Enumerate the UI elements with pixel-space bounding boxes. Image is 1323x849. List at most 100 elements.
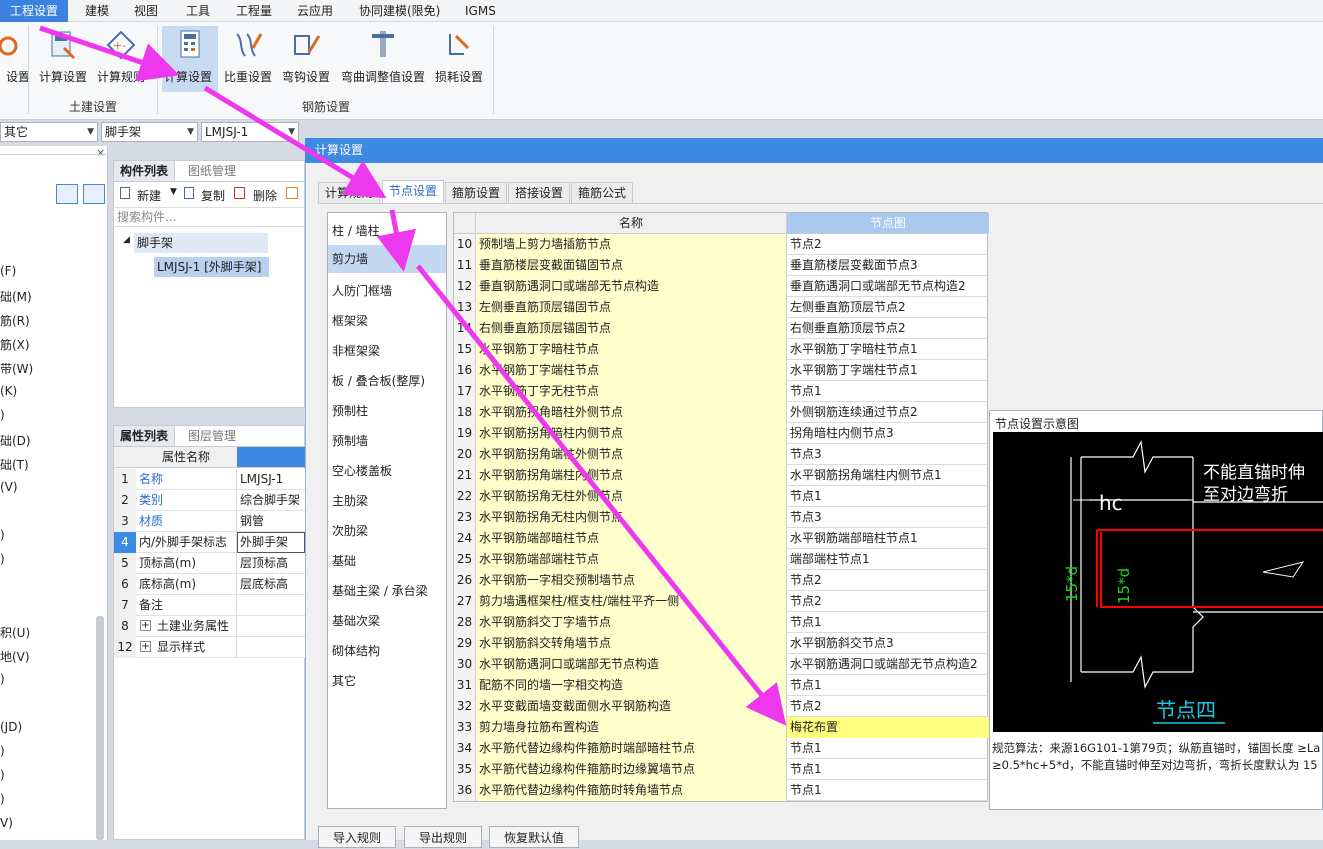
- nav-item[interactable]: (V): [0, 480, 18, 494]
- row-node-value[interactable]: 垂直筋楼层变截面节点3: [787, 255, 989, 276]
- tab-attribute-list[interactable]: 属性列表: [114, 426, 176, 446]
- nav-item[interactable]: (JD): [0, 720, 22, 734]
- row-node-value[interactable]: 垂直筋遇洞口或端部无节点构造2: [787, 276, 989, 297]
- row-node-value[interactable]: 节点3: [787, 507, 989, 528]
- grid-row[interactable]: 32 水平变截面墙变截面侧水平钢筋构造 节点2: [454, 696, 989, 717]
- search-input[interactable]: 搜索构件...: [114, 207, 304, 227]
- tree-expand-icon[interactable]: ◢: [123, 235, 130, 245]
- grid-row[interactable]: 27 剪力墙遇框架柱/框支柱/端柱平齐一侧 节点2: [454, 591, 989, 612]
- tab-stirrup-formula[interactable]: 箍筋公式: [571, 182, 634, 203]
- grid-row[interactable]: 31 配筋不同的墙一字相交构造 节点1: [454, 675, 989, 696]
- row-node-value[interactable]: 节点1: [787, 486, 989, 507]
- category-item[interactable]: 非框架梁: [332, 342, 380, 359]
- row-node-value[interactable]: 节点1: [787, 381, 989, 402]
- specific-gravity-button[interactable]: 比重设置: [220, 26, 276, 92]
- nav-item[interactable]: ): [0, 552, 5, 566]
- nav-item[interactable]: ): [0, 768, 5, 782]
- tab-drawing-management[interactable]: 图纸管理: [182, 161, 242, 181]
- attr-value[interactable]: LMJSJ-1: [240, 469, 283, 490]
- row-node-value[interactable]: 水平钢筋斜交节点3: [787, 633, 989, 654]
- component-type-combo[interactable]: 脚手架 ▼: [101, 122, 198, 142]
- delete-button[interactable]: 删除: [253, 187, 277, 204]
- row-node-value[interactable]: 水平钢筋遇洞口或端部无节点构造2: [787, 654, 989, 675]
- category-item[interactable]: 框架梁: [332, 312, 368, 329]
- expand-icon[interactable]: +: [140, 620, 151, 631]
- grid-row[interactable]: 21 水平钢筋拐角端柱内侧节点 水平钢筋拐角端柱内侧节点1: [454, 465, 989, 486]
- menu-collab[interactable]: 协同建模(限免): [349, 0, 450, 22]
- attr-value[interactable]: 层顶标高: [240, 553, 288, 574]
- category-item[interactable]: 主肋梁: [332, 492, 368, 509]
- nav-item[interactable]: 础(D): [0, 432, 31, 449]
- row-node-value[interactable]: 端部端柱节点1: [787, 549, 989, 570]
- attr-value[interactable]: 外脚手架: [237, 532, 305, 553]
- category-item[interactable]: 基础: [332, 552, 356, 569]
- nav-item[interactable]: 础(M): [0, 288, 32, 305]
- category-item[interactable]: 空心楼盖板: [332, 462, 392, 479]
- row-node-value[interactable]: 节点1: [787, 759, 989, 780]
- row-node-value[interactable]: 水平钢筋端部暗柱节点1: [787, 528, 989, 549]
- row-node-value[interactable]: 节点3: [787, 444, 989, 465]
- grid-row[interactable]: 20 水平钢筋拐角端柱外侧节点 节点3: [454, 444, 989, 465]
- row-node-value[interactable]: 节点1: [787, 612, 989, 633]
- grid-row[interactable]: 24 水平钢筋端部暗柱节点 水平钢筋端部暗柱节点1: [454, 528, 989, 549]
- grid-row[interactable]: 28 水平钢筋斜交丁字墙节点 节点1: [454, 612, 989, 633]
- row-node-value[interactable]: 右侧垂直筋顶层节点2: [787, 318, 989, 339]
- attr-value[interactable]: 综合脚手架: [240, 490, 300, 511]
- row-node-value[interactable]: 节点2: [787, 696, 989, 717]
- nav-item[interactable]: 带(W): [0, 360, 33, 377]
- grid-row[interactable]: 35 水平筋代替边缘构件箍筋时边缘翼墙节点 节点1: [454, 759, 989, 780]
- grid-row[interactable]: 17 水平钢筋丁字无柱节点 节点1: [454, 381, 989, 402]
- menu-project-settings[interactable]: 工程设置: [0, 0, 69, 22]
- row-node-value[interactable]: 节点1: [787, 738, 989, 759]
- attr-value[interactable]: 层底标高: [240, 574, 288, 595]
- menu-modeling[interactable]: 建模: [75, 0, 119, 22]
- grid-row[interactable]: 22 水平钢筋拐角无柱外侧节点 节点1: [454, 486, 989, 507]
- grid-row[interactable]: 33 剪力墙身拉筋布置构造 梅花布置: [454, 717, 989, 738]
- copy-button[interactable]: 复制: [201, 187, 225, 204]
- export-rules-button[interactable]: 导出规则: [404, 826, 483, 848]
- nav-item[interactable]: 积(U): [0, 624, 30, 641]
- nav-item[interactable]: (K): [0, 384, 17, 398]
- grid-row[interactable]: 10 预制墙上剪力墙插筋节点 节点2: [454, 234, 989, 255]
- category-item[interactable]: 人防门框墙: [332, 282, 392, 299]
- loss-settings-button[interactable]: 损耗设置: [430, 26, 488, 92]
- attr-row[interactable]: 2 类别 综合脚手架: [114, 490, 306, 511]
- row-node-value[interactable]: 节点2: [787, 591, 989, 612]
- hook-settings-button[interactable]: 弯钩设置: [278, 26, 334, 92]
- tab-node-settings[interactable]: 节点设置: [382, 180, 445, 204]
- tab-lap-settings[interactable]: 搭接设置: [508, 182, 571, 203]
- category-item[interactable]: 次肋梁: [332, 522, 368, 539]
- row-node-value[interactable]: 梅花布置: [787, 717, 989, 738]
- category-item[interactable]: 砌体结构: [332, 642, 380, 659]
- nav-item[interactable]: 筋(R): [0, 312, 30, 329]
- grid-row[interactable]: 19 水平钢筋拐角暗柱内侧节点 拐角暗柱内侧节点3: [454, 423, 989, 444]
- rebar-calc-settings-button[interactable]: 计算设置: [162, 26, 218, 92]
- row-node-value[interactable]: 水平钢筋拐角端柱内侧节点1: [787, 465, 989, 486]
- attr-row[interactable]: 6 底标高(m) 层底标高: [114, 574, 306, 595]
- civil-calc-settings-button[interactable]: 计算设置: [32, 26, 94, 92]
- nav-item[interactable]: (F): [0, 264, 16, 278]
- tree-node-scaffold[interactable]: 脚手架: [134, 233, 268, 253]
- grid-row[interactable]: 36 水平筋代替边缘构件箍筋时转角墙节点 节点1: [454, 780, 989, 801]
- list-view-icon[interactable]: [56, 184, 78, 204]
- nav-item[interactable]: 础(T): [0, 456, 29, 473]
- scrollbar[interactable]: [96, 616, 104, 840]
- menu-igms[interactable]: IGMS: [455, 0, 506, 22]
- row-node-value[interactable]: 节点2: [787, 234, 989, 255]
- category-item[interactable]: 基础次梁: [332, 612, 380, 629]
- close-icon[interactable]: ×: [96, 146, 105, 159]
- row-node-value[interactable]: 节点2: [787, 570, 989, 591]
- grid-view-icon[interactable]: [83, 184, 105, 204]
- category-item[interactable]: 预制柱: [332, 402, 368, 419]
- menu-tools[interactable]: 工具: [176, 0, 220, 22]
- civil-calc-rules-button[interactable]: +- 计算规则: [90, 26, 152, 92]
- grid-row[interactable]: 25 水平钢筋端部端柱节点 端部端柱节点1: [454, 549, 989, 570]
- grid-row[interactable]: 26 水平钢筋一字相交预制墙节点 节点2: [454, 570, 989, 591]
- category-item[interactable]: 基础主梁 / 承台梁: [332, 582, 428, 599]
- layer-copy-icon[interactable]: [286, 187, 298, 199]
- menu-quantity[interactable]: 工程量: [226, 0, 282, 22]
- nav-item[interactable]: ): [0, 528, 5, 542]
- row-node-value[interactable]: 拐角暗柱内侧节点3: [787, 423, 989, 444]
- category-item[interactable]: 其它: [332, 672, 356, 689]
- category-item[interactable]: 剪力墙: [328, 245, 446, 273]
